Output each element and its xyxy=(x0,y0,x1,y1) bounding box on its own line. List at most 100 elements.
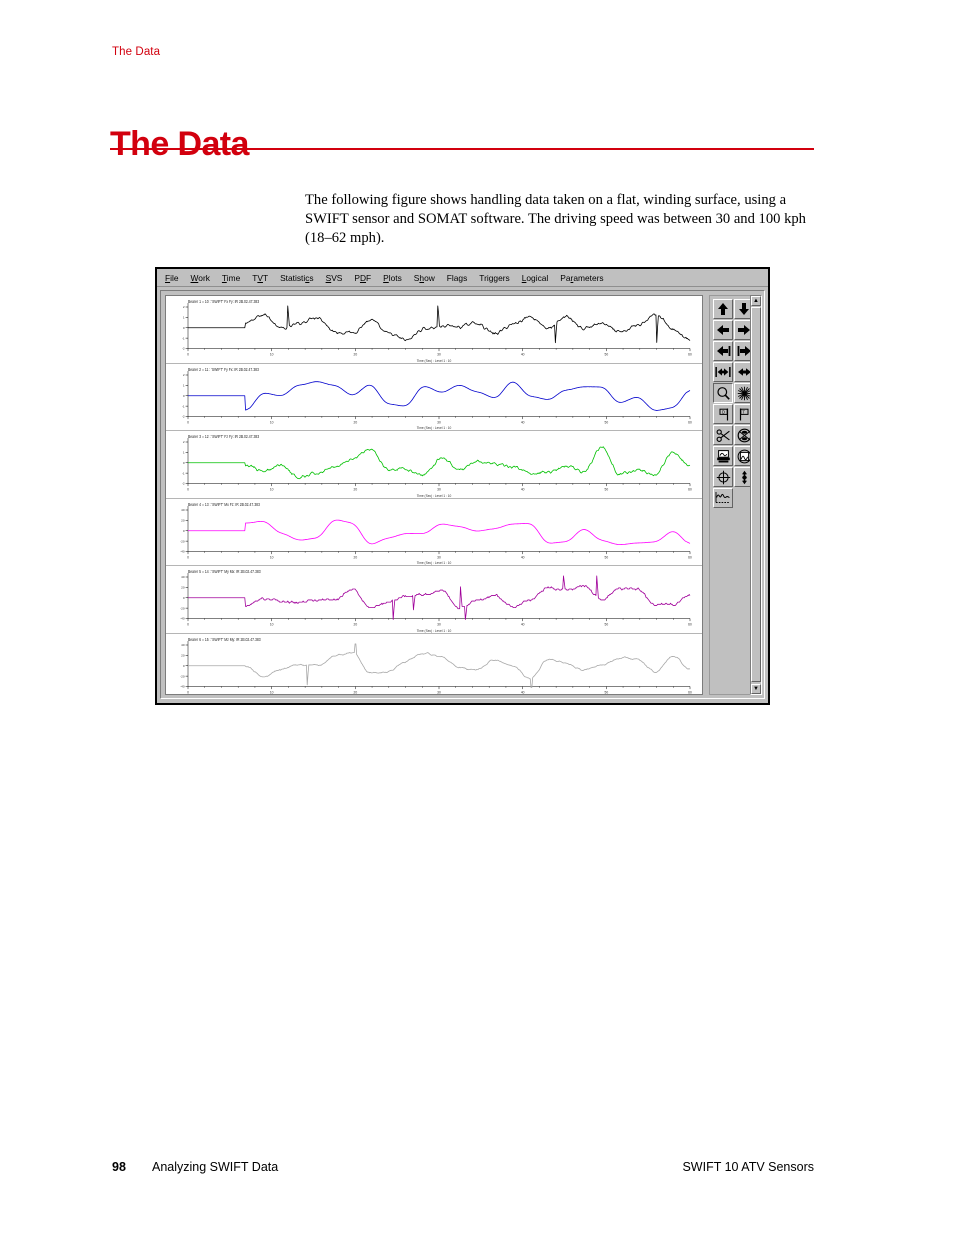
svg-text:10: 10 xyxy=(270,555,274,559)
menu-bar: File Work Time TVT Statistics SVS PDF Plots Show… xyxy=(157,269,768,287)
menu-item-flags[interactable]: Flags xyxy=(447,273,468,283)
plot-panel-3[interactable]: 0 10 20 30 40 50 60 -2 -1 0 1 2 Bearer 3 = 12 : 'SWI… xyxy=(166,430,702,498)
svg-text:30: 30 xyxy=(437,353,441,357)
svg-text:0: 0 xyxy=(183,393,185,397)
svg-text:20: 20 xyxy=(353,623,357,627)
svg-text:30: 30 xyxy=(437,690,441,694)
svg-text:20: 20 xyxy=(353,353,357,357)
svg-text:0: 0 xyxy=(183,663,185,667)
svg-text:50: 50 xyxy=(604,353,608,357)
pan-left-button[interactable] xyxy=(713,320,733,340)
printer-icon xyxy=(716,449,731,464)
scroll-up-icon[interactable]: ▲ xyxy=(751,296,761,306)
svg-text:60: 60 xyxy=(688,488,692,492)
footer-left-text: Analyzing SWIFT Data xyxy=(152,1160,279,1174)
flag-left-icon: D xyxy=(716,407,731,422)
plot-title: Bearer 1 = 10 : 'SWIFT' Fx Fy: IR 2B.02.… xyxy=(188,299,260,304)
svg-text:0: 0 xyxy=(183,326,185,330)
trace-curve-icon xyxy=(715,491,731,505)
jump-start-button[interactable] xyxy=(713,341,733,361)
menu-item-pdf[interactable]: PDF xyxy=(354,273,371,283)
svg-text:2: 2 xyxy=(183,305,185,309)
plot-canvas[interactable]: 0 10 20 30 40 50 60 -2 -1 0 1 2 Bearer 1 = 10 : 'SWI… xyxy=(165,295,703,695)
flag-left-button[interactable]: D xyxy=(713,404,733,424)
plot-panel-1[interactable]: 0 10 20 30 40 50 60 -2 -1 0 1 2 Bearer 1 = 10 : 'SWI… xyxy=(166,296,702,363)
menu-item-triggers[interactable]: Triggers xyxy=(479,273,509,283)
plot-title: Bearer 3 = 12 : 'SWIFT' Fz Fy: IR 2B.02.… xyxy=(188,434,260,439)
svg-text:1: 1 xyxy=(183,383,185,387)
svg-text:1: 1 xyxy=(183,451,185,455)
plot-panel-2[interactable]: 0 10 20 30 40 50 60 -2 -1 0 1 2 Bearer 2 = 11 : 'SWI… xyxy=(166,362,702,430)
body-paragraph: The following figure shows handling data… xyxy=(305,191,806,247)
svg-text:50: 50 xyxy=(604,690,608,694)
menu-item-show[interactable]: Show xyxy=(414,273,435,283)
menu-item-parameters[interactable]: Parameters xyxy=(560,273,603,283)
svg-text:40: 40 xyxy=(181,643,185,647)
title-rule xyxy=(110,148,814,150)
svg-text:0: 0 xyxy=(183,596,185,600)
plot-title: Bearer 6 = 15 : 'SWIFT' Mz My: IR 2B.02.… xyxy=(188,636,261,642)
svg-text:0: 0 xyxy=(183,461,185,465)
plot-panel-6[interactable]: 0 10 20 30 40 50 60 -40 -20 0 20 40 Bearer 6 = 15 : … xyxy=(166,632,702,694)
svg-text:40: 40 xyxy=(181,508,185,512)
menu-item-tvt[interactable]: TVT xyxy=(252,273,268,283)
svg-text:40: 40 xyxy=(521,420,525,424)
cut-button[interactable] xyxy=(713,425,733,445)
arrow-down-icon xyxy=(737,302,751,316)
svg-text:-2: -2 xyxy=(182,414,185,418)
trace-style-button[interactable] xyxy=(713,488,733,508)
plot-panel-4[interactable]: 0 10 20 30 40 50 60 -40 -20 0 20 40 Bearer 4 = 13 : … xyxy=(166,497,702,565)
svg-text:20: 20 xyxy=(353,420,357,424)
arrow-left-icon xyxy=(716,323,730,337)
svg-text:30: 30 xyxy=(437,488,441,492)
menu-item-statistics[interactable]: Statistics xyxy=(280,273,314,283)
svg-text:0: 0 xyxy=(187,555,189,559)
scroll-down-icon[interactable]: ▼ xyxy=(751,684,761,694)
svg-text:20: 20 xyxy=(181,586,185,590)
svg-text:-40: -40 xyxy=(180,684,185,688)
footer-page-number: 98 xyxy=(112,1160,126,1174)
svg-text:1: 1 xyxy=(183,316,185,320)
svg-text:-2: -2 xyxy=(182,347,185,351)
svg-text:30: 30 xyxy=(437,420,441,424)
plot-panel-5[interactable]: 0 10 20 30 40 50 60 -40 -20 0 20 40 Bearer 5 = 14 : … xyxy=(166,565,702,633)
arrows-expand-bars-icon xyxy=(715,365,731,379)
print-button[interactable] xyxy=(713,446,733,466)
svg-text:2: 2 xyxy=(183,440,185,444)
arrow-up-icon xyxy=(716,302,730,316)
menu-item-svs[interactable]: SVS xyxy=(326,273,343,283)
svg-text:60: 60 xyxy=(688,353,692,357)
menu-item-logical[interactable]: Logical xyxy=(522,273,549,283)
magnifier-icon xyxy=(716,386,731,401)
running-header: The Data xyxy=(112,46,161,58)
svg-text:-40: -40 xyxy=(180,617,185,621)
svg-text:0: 0 xyxy=(187,353,189,357)
expand-horizontal-button[interactable] xyxy=(713,362,733,382)
svg-text:10: 10 xyxy=(270,353,274,357)
vertical-scrollbar[interactable]: ▲ ▼ xyxy=(750,295,762,695)
svg-text:60: 60 xyxy=(688,555,692,559)
menu-item-file[interactable]: File xyxy=(165,273,179,283)
svg-text:-1: -1 xyxy=(182,404,185,408)
svg-text:20: 20 xyxy=(353,555,357,559)
scrollbar-thumb[interactable] xyxy=(751,307,761,682)
svg-text:-20: -20 xyxy=(180,606,185,610)
svg-text:50: 50 xyxy=(604,623,608,627)
svg-text:40: 40 xyxy=(521,353,525,357)
page-title: The Data xyxy=(110,124,249,163)
scissors-icon xyxy=(716,428,731,443)
svg-text:50: 50 xyxy=(604,555,608,559)
arrow-right-icon xyxy=(737,323,751,337)
crosshair-button[interactable] xyxy=(713,467,733,487)
svg-text:T: T xyxy=(742,409,745,414)
svg-text:D: D xyxy=(722,409,725,414)
footer-right-text: SWIFT 10 ATV Sensors xyxy=(682,1160,814,1174)
svg-text:20: 20 xyxy=(353,488,357,492)
menu-item-plots[interactable]: Plots xyxy=(383,273,402,283)
menu-item-work[interactable]: Work xyxy=(191,273,210,283)
pan-up-button[interactable] xyxy=(713,299,733,319)
svg-text:10: 10 xyxy=(270,420,274,424)
zoom-button[interactable] xyxy=(713,383,733,403)
svg-text:20: 20 xyxy=(181,653,185,657)
menu-item-time[interactable]: Time xyxy=(222,273,240,283)
